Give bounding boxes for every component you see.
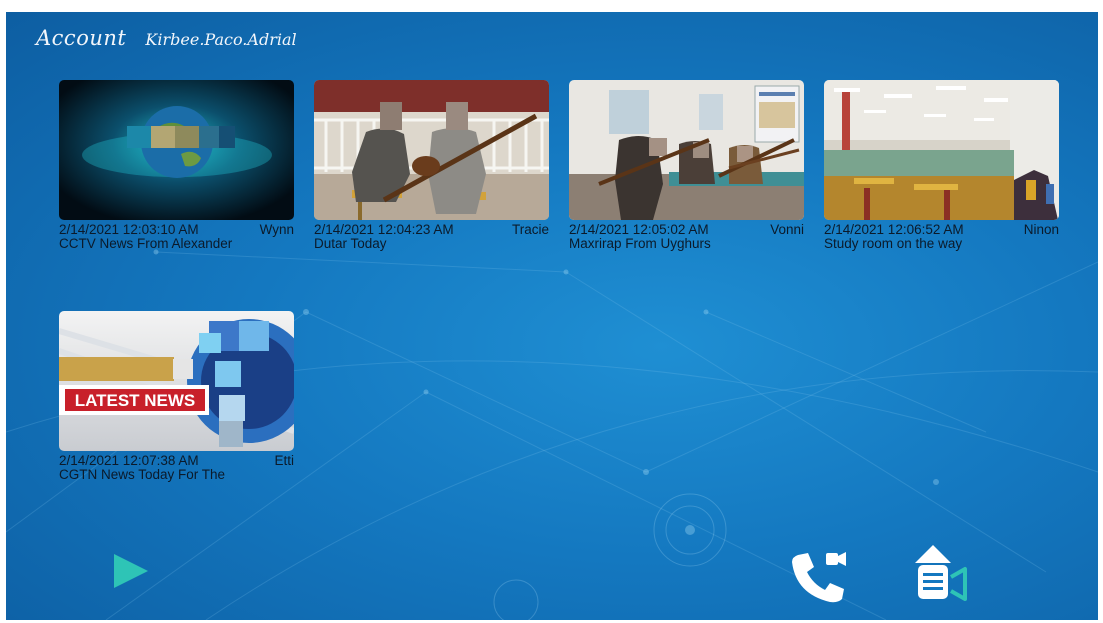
video-thumbnail[interactable]: LATEST NEWS [59, 311, 294, 451]
musicians-outdoor-thumbnail [314, 80, 549, 220]
video-thumbnail[interactable] [314, 80, 549, 220]
video-meta: 2/14/2021 12:03:10 AM Wynn [59, 223, 294, 237]
video-author: Ninon [1023, 222, 1059, 237]
video-date: 2/14/2021 12:05:02 AM [569, 222, 709, 237]
video-title: Dutar Today [314, 236, 387, 251]
video-title: Maxrirap From Uyghurs [569, 236, 711, 251]
video-card[interactable]: 2/14/2021 12:06:52 AM Ninon Study room o… [824, 80, 1059, 251]
video-call-button[interactable] [786, 547, 848, 608]
study-room-thumbnail [824, 80, 1059, 220]
video-date: 2/14/2021 12:03:10 AM [59, 222, 199, 237]
video-date: 2/14/2021 12:07:38 AM [59, 453, 199, 468]
video-meta: 2/14/2021 12:06:52 AM Ninon [824, 223, 1059, 237]
upload-video-button[interactable] [911, 543, 977, 610]
video-author: Wynn [259, 222, 294, 237]
musicians-indoor-thumbnail [569, 80, 804, 220]
video-meta: 2/14/2021 12:07:38 AM Etti [59, 454, 294, 468]
video-meta: 2/14/2021 12:05:02 AM Vonni [569, 223, 804, 237]
video-thumbnail[interactable] [59, 80, 294, 220]
video-card[interactable]: 2/14/2021 12:05:02 AM Vonni Maxrirap Fro… [569, 80, 804, 251]
user-name: Kirbee.Paco.Adrial [145, 30, 297, 49]
app-screen: Account Kirbee.Paco.Adrial 2/14/2021 12:… [6, 12, 1098, 620]
video-title: CGTN News Today For The [59, 467, 226, 482]
video-author: Tracie [511, 222, 549, 237]
video-thumbnail[interactable] [569, 80, 804, 220]
upload-video-icon [915, 545, 967, 601]
earth-globe-thumbnail [59, 80, 294, 220]
video-call-icon [792, 552, 846, 603]
video-card[interactable]: LATEST NEWS 2/14/2021 12:07:38 AM Etti C… [59, 311, 294, 482]
video-meta: 2/14/2021 12:04:23 AM Tracie [314, 223, 549, 237]
video-author: Vonni [770, 222, 804, 237]
account-header: Account Kirbee.Paco.Adrial [36, 26, 297, 50]
video-date: 2/14/2021 12:04:23 AM [314, 222, 454, 237]
video-title: Study room on the way [824, 236, 963, 251]
account-label: Account [36, 26, 127, 50]
video-card[interactable]: 2/14/2021 12:03:10 AM Wynn CCTV News Fro… [59, 80, 294, 251]
video-author: Etti [274, 453, 294, 468]
video-card[interactable]: 2/14/2021 12:04:23 AM Tracie Dutar Today [314, 80, 549, 251]
play-icon [114, 554, 148, 588]
latest-news-thumbnail: LATEST NEWS [59, 311, 294, 451]
video-thumbnail[interactable] [824, 80, 1059, 220]
play-button[interactable] [112, 552, 150, 595]
latest-news-banner: LATEST NEWS [75, 391, 196, 410]
video-title: CCTV News From Alexander [59, 236, 233, 251]
video-date: 2/14/2021 12:06:52 AM [824, 222, 964, 237]
